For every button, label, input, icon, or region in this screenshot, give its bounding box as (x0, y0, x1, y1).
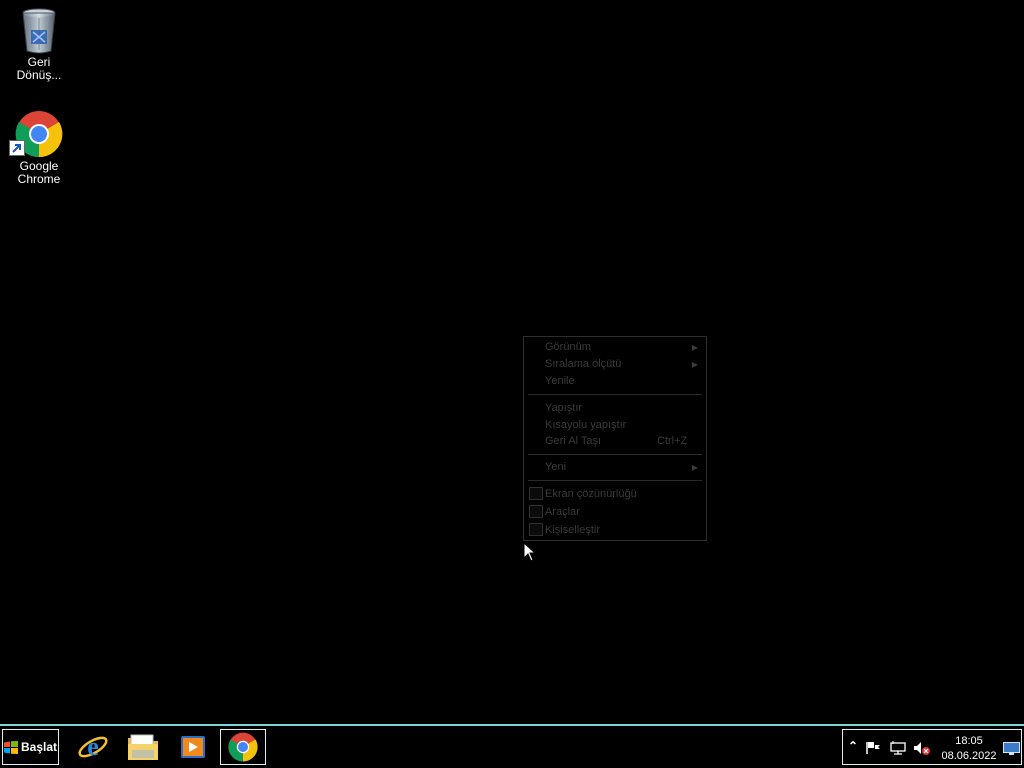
desktop-context-menu: Görünüm ▶ Sıralama ölçütü ▶ Yenile Yapış… (523, 336, 707, 541)
menu-item-label: Görünüm (545, 341, 591, 353)
menu-item-paste[interactable]: Yapıştır (524, 400, 706, 417)
menu-separator (528, 394, 702, 395)
monitor-icon (529, 487, 543, 500)
menu-separator (528, 480, 702, 481)
clock-date: 08.06.2022 (941, 750, 997, 762)
file-explorer-icon (128, 734, 158, 760)
google-chrome-icon (228, 732, 258, 762)
shortcut-arrow-icon (9, 140, 25, 156)
start-button[interactable]: Başlat (2, 729, 59, 765)
submenu-arrow-icon: ▶ (691, 343, 698, 352)
menu-item-undo-move[interactable]: Geri Al Taşı Ctrl+Z (524, 433, 706, 450)
personalize-icon (529, 523, 543, 536)
menu-separator (528, 454, 702, 455)
action-center-flag-icon[interactable] (865, 741, 881, 755)
menu-item-label: Sıralama ölçütü (545, 358, 622, 370)
menu-item-label: Yeni (545, 461, 567, 473)
menu-item-screen-resolution[interactable]: Ekran çözünürlüğü (524, 486, 706, 503)
menu-item-view[interactable]: Görünüm ▶ (524, 339, 706, 356)
recycle-bin-icon (15, 6, 63, 54)
menu-item-personalize[interactable]: Kişiselleştir (524, 522, 706, 539)
menu-item-sort-by[interactable]: Sıralama ölçütü ▶ (524, 356, 706, 373)
volume-muted-icon[interactable] (913, 741, 931, 755)
taskbar-media-player[interactable] (170, 729, 216, 765)
menu-item-shortcut: Ctrl+Z (657, 435, 688, 447)
system-clock[interactable]: 18:05 08.06.2022 (939, 734, 999, 764)
clock-time: 18:05 (955, 735, 983, 747)
menu-item-label: Yapıştır (545, 402, 583, 414)
menu-item-label: Kişiselleştir (545, 524, 601, 536)
taskbar-file-explorer[interactable] (120, 729, 166, 765)
google-chrome-icon (9, 110, 63, 158)
menu-item-label: Yenile (545, 375, 575, 387)
submenu-arrow-icon: ▶ (691, 360, 698, 369)
google-chrome-label: Google Chrome (17, 159, 61, 186)
menu-item-label: Geri Al Taşı (545, 435, 602, 447)
menu-item-label: Ekran çözünürlüğü (545, 488, 637, 500)
show-desktop-icon[interactable] (1003, 742, 1020, 755)
menu-item-new[interactable]: Yeni ▶ (524, 459, 706, 476)
menu-item-gadgets[interactable]: Araçlar (524, 504, 706, 521)
menu-item-label: Araçlar (545, 506, 580, 518)
internet-explorer-icon: e (78, 732, 108, 761)
menu-item-paste-shortcut[interactable]: Kısayolu yapıştır (524, 417, 706, 434)
menu-item-label: Kısayolu yapıştır (545, 419, 627, 431)
gadgets-icon (529, 505, 543, 518)
submenu-arrow-icon: ▶ (691, 463, 698, 472)
mouse-pointer-icon (523, 541, 537, 567)
network-icon[interactable] (890, 741, 906, 755)
recycle-bin-label: Geri Dönüş... (16, 55, 62, 82)
taskbar-internet-explorer[interactable]: e (70, 729, 116, 765)
taskbar-google-chrome[interactable] (220, 729, 266, 765)
svg-text:e: e (87, 732, 99, 761)
media-player-icon (181, 736, 205, 758)
start-label: Başlat (20, 740, 58, 754)
windows-logo-icon (3, 740, 18, 754)
notification-area: ⌃ 18:05 08.06.2022 (842, 729, 1022, 765)
menu-item-refresh[interactable]: Yenile (524, 373, 706, 390)
show-hidden-icons-icon[interactable]: ⌃ (848, 739, 858, 753)
taskbar: Başlat e ⌃ 18:05 08.06.2022 (0, 724, 1024, 768)
recycle-bin-desktop-icon[interactable]: Geri Dönüş... (4, 6, 74, 82)
google-chrome-desktop-icon[interactable]: Google Chrome (4, 110, 74, 186)
